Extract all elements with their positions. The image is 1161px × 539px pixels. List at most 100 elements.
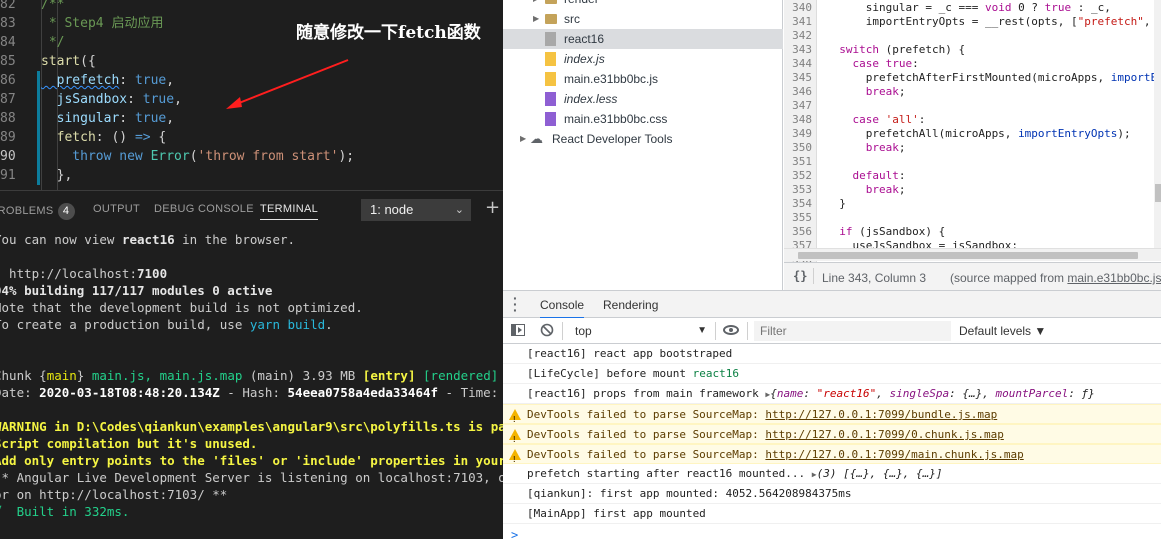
- file-tree-label: react16: [564, 32, 605, 46]
- source-line: 350 break;: [784, 141, 1161, 155]
- line-number[interactable]: 346: [784, 85, 812, 99]
- tab-output[interactable]: OUTPUT: [93, 203, 140, 215]
- code-text: switch (prefetch) {: [826, 43, 965, 57]
- line-number[interactable]: 349: [784, 127, 812, 141]
- code-editor[interactable]: 82/** 83 * Step4 启动应用 84 */85 start({86 pre…: [0, 0, 503, 190]
- modified-line-marker: [37, 109, 40, 128]
- terminal-output[interactable]: You can now view react16 in the browser.…: [0, 228, 503, 539]
- horizontal-scrollbar[interactable]: [784, 248, 1161, 261]
- tab-debug-console[interactable]: DEBUG CONSOLE: [154, 203, 254, 215]
- tab-console[interactable]: Console: [540, 298, 585, 319]
- file-tree-item-doc[interactable]: react16: [503, 29, 783, 49]
- source-line: 353 break;: [784, 183, 1161, 197]
- source-mapped-info: (source mapped from main.e31bb0bc.js): [950, 271, 1161, 285]
- file-tree-item-js[interactable]: main.e31bb0bc.js: [503, 69, 783, 89]
- context-select[interactable]: top ▼: [569, 322, 709, 340]
- line-number[interactable]: 351: [784, 155, 812, 169]
- scrollbar-thumb[interactable]: [798, 252, 1138, 259]
- folder-icon: [545, 14, 557, 24]
- divider: [747, 322, 748, 340]
- expand-triangle-icon[interactable]: ▶: [533, 0, 539, 9]
- divider: [562, 322, 563, 340]
- file-tree-item-css[interactable]: index.less: [503, 89, 783, 109]
- text-segment: Date:: [0, 385, 32, 400]
- text-segment: }: [76, 368, 92, 383]
- terminal-select[interactable]: 1: node ⌄: [361, 199, 471, 221]
- console-message-warn: DevTools failed to parse SourceMap: http…: [503, 444, 1161, 470]
- line-number[interactable]: 356: [784, 225, 812, 239]
- text-segment: break: [826, 183, 899, 196]
- text-segment: true: [1044, 1, 1072, 14]
- drawer-tabs: · · · Console Rendering: [503, 290, 1161, 319]
- line-number[interactable]: 353: [784, 183, 812, 197]
- clear-console-icon[interactable]: [540, 323, 554, 337]
- line-number: 85: [0, 54, 16, 69]
- chevron-down-icon: ▼: [697, 325, 707, 336]
- source-line: 352 default:: [784, 169, 1161, 183]
- source-line: 349 prefetchAll(microApps, importEntryOp…: [784, 127, 1161, 141]
- scrollbar-thumb[interactable]: [1155, 184, 1161, 202]
- tab-problems[interactable]: PROBLEMS4: [0, 203, 75, 220]
- console-filter-input[interactable]: [754, 321, 951, 341]
- line-number[interactable]: 355: [784, 211, 812, 225]
- tab-terminal[interactable]: TERMINAL: [260, 203, 319, 220]
- file-tree-item-js[interactable]: index.js: [503, 49, 783, 69]
- file-tree-item-css[interactable]: main.e31bb0bc.css: [503, 109, 783, 129]
- expand-triangle-icon[interactable]: ▶: [520, 129, 526, 149]
- terminal-line: √ Built in 332ms.: [0, 503, 129, 520]
- text-segment: case true: [826, 57, 913, 70]
- text-segment: [qiankun]: first app mounted: 4052.56420…: [527, 487, 852, 500]
- console-prompt[interactable]: >: [511, 528, 518, 539]
- text-segment: http://localhost:: [0, 266, 137, 281]
- sidebar-toggle-icon[interactable]: [511, 323, 525, 337]
- js-file-icon: [545, 72, 556, 86]
- text-segment: [415, 368, 423, 383]
- line-number[interactable]: 352: [784, 169, 812, 183]
- source-viewer[interactable]: 340 singular = _c === void 0 ? true : _c…: [784, 0, 1161, 262]
- text-segment: (jsSandbox) {: [852, 225, 946, 238]
- editor-line: 91 },: [0, 166, 503, 185]
- console-output[interactable]: [react16] react app bootstraped [LifeCycl…: [503, 344, 1161, 539]
- file-tree-item-folder[interactable]: ▶ src: [503, 9, 783, 29]
- log-levels-select[interactable]: Default levels ▼: [959, 324, 1046, 338]
- file-tree-item-cloud[interactable]: ▶ ☁ React Developer Tools: [503, 129, 783, 149]
- line-number[interactable]: 340: [784, 1, 812, 15]
- file-tree-item-folder[interactable]: ▶ render: [503, 0, 783, 9]
- text-segment: mountParcel: [995, 387, 1069, 400]
- source-line: 344 case true:: [784, 57, 1161, 71]
- line-number[interactable]: 341: [784, 15, 812, 29]
- line-number[interactable]: 345: [784, 71, 812, 85]
- pretty-print-braces-icon[interactable]: {}: [793, 269, 807, 283]
- line-number[interactable]: 347: [784, 99, 812, 113]
- eye-icon[interactable]: [723, 325, 739, 335]
- line-number[interactable]: 350: [784, 141, 812, 155]
- source-line: 343 switch (prefetch) {: [784, 43, 1161, 57]
- expand-triangle-icon[interactable]: ▶: [533, 9, 539, 29]
- line-number[interactable]: 343: [784, 43, 812, 57]
- new-terminal-plus-icon[interactable]: +: [485, 197, 500, 218]
- more-tabs-kebab-icon[interactable]: · · ·: [513, 291, 518, 317]
- line-number[interactable]: 354: [784, 197, 812, 211]
- line-number[interactable]: 342: [784, 29, 812, 43]
- warning-icon: [509, 429, 521, 450]
- source-mapped-link[interactable]: main.e31bb0bc.js: [1067, 271, 1161, 285]
- vertical-scrollbar[interactable]: [1154, 0, 1161, 248]
- text-segment: prefetch starting after react16 mounted.…: [527, 467, 812, 480]
- text-segment: Error: [150, 149, 190, 164]
- warning-icon: [509, 409, 521, 430]
- code-text: prefetchAfterFirstMounted(microApps, imp…: [826, 71, 1161, 85]
- tab-rendering[interactable]: Rendering: [603, 298, 658, 312]
- code-text: prefetchAll(microApps, importEntryOpts);: [826, 127, 1131, 141]
- source-line: 355: [784, 211, 1161, 225]
- terminal-line: Date: 2020-03-18T08:48:20.134Z - Hash: 5…: [0, 384, 503, 401]
- text-segment: [LifeCycle] before mount: [527, 367, 693, 380]
- line-number[interactable]: 348: [784, 113, 812, 127]
- code-text: case 'all':: [826, 113, 925, 127]
- line-number[interactable]: 344: [784, 57, 812, 71]
- text-segment: 54eea0758a4eda33464f: [287, 385, 439, 400]
- vscode-window: 82/** 83 * Step4 启动应用 84 */85 start({86 pre…: [0, 0, 503, 539]
- text-segment: ;: [898, 141, 906, 154]
- text-segment: );: [1117, 127, 1131, 140]
- text-segment: DevTools failed to parse SourceMap:: [527, 428, 766, 441]
- editor-line: 82 /**: [0, 0, 503, 14]
